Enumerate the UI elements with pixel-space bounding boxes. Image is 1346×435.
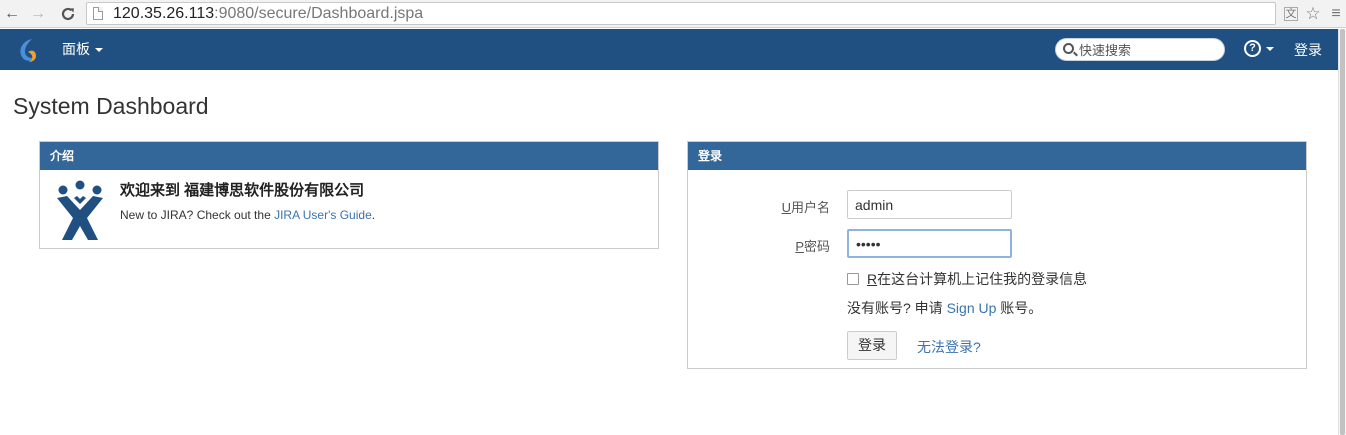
password-accesskey: P [795,239,804,254]
intro-text-before: New to JIRA? Check out the [120,208,275,222]
menu-icon[interactable]: ≡ [1326,4,1346,24]
page-icon [93,7,103,20]
users-guide-link[interactable]: JIRA User's Guide [274,208,372,222]
forgot-login-link[interactable]: 无法登录? [917,337,981,357]
search-icon [1063,43,1074,54]
remember-me-checkbox[interactable] [847,273,859,285]
password-label: P密码 [795,236,830,255]
intro-gadget-header: 介绍 [40,142,658,170]
help-menu[interactable]: ? [1244,40,1274,58]
search-input[interactable] [1079,41,1219,59]
quick-search[interactable] [1055,38,1225,61]
login-gadget-header: 登录 [688,142,1306,170]
chevron-down-icon [95,48,103,53]
reload-icon[interactable] [58,4,78,24]
star-icon[interactable]: ☆ [1303,4,1323,24]
chevron-down-icon [1266,46,1274,51]
dashboards-menu[interactable]: 面板 [62,40,103,58]
intro-text: New to JIRA? Check out the JIRA User's G… [120,208,375,222]
jira-logo-icon[interactable] [14,36,42,64]
signup-before: 没有账号? 申请 [847,300,947,316]
back-arrow-icon[interactable]: ← [2,4,22,24]
url-path: :9080/secure/Dashboard.jspa [214,5,424,22]
page-title: System Dashboard [13,93,209,119]
username-label: U用户名 [782,197,830,216]
login-gadget: 登录 U用户名 P密码 R在这台计算机上记住我的登录信息 没有账号? 申请 Si… [687,141,1307,369]
welcome-heading: 欢迎来到 福建博思软件股份有限公司 [120,182,365,199]
app-header: 面板 ? 登录 [0,29,1338,70]
remember-me[interactable]: R在这台计算机上记住我的登录信息 [847,269,1087,289]
signup-text: 没有账号? 申请 Sign Up 账号。 [847,298,1042,318]
signup-after: 账号。 [996,300,1043,316]
browser-toolbar: ← → 120.35.26.113:9080/secure/Dashboard.… [0,0,1346,28]
remember-me-label: 在这台计算机上记住我的登录信息 [877,271,1088,287]
translate-icon[interactable]: 文 [1284,7,1298,21]
header-login-link[interactable]: 登录 [1294,41,1322,59]
help-icon: ? [1244,40,1261,58]
login-button[interactable]: 登录 [847,331,897,360]
url-host: 120.35.26.113 [113,5,215,22]
url-text[interactable]: 120.35.26.113:9080/secure/Dashboard.jspa [113,4,423,24]
jira-people-logo-icon [54,180,106,242]
forward-arrow-icon[interactable]: → [28,4,48,24]
username-field[interactable] [847,190,1012,219]
password-field[interactable] [847,229,1012,258]
remember-accesskey: R [867,271,878,287]
password-label-text: 密码 [803,239,830,254]
dashboards-label: 面板 [62,41,90,57]
signup-link[interactable]: Sign Up [947,300,997,316]
intro-gadget: 介绍 欢迎来到 福建博思软件股份有限公司 New to JIRA? Check … [39,141,659,249]
intro-text-after: . [371,208,376,222]
username-label-text: 用户名 [790,200,830,215]
scrollbar-thumb[interactable] [1340,29,1345,435]
username-accesskey: U [781,200,791,215]
address-bar[interactable]: 120.35.26.113:9080/secure/Dashboard.jspa [86,2,1276,25]
